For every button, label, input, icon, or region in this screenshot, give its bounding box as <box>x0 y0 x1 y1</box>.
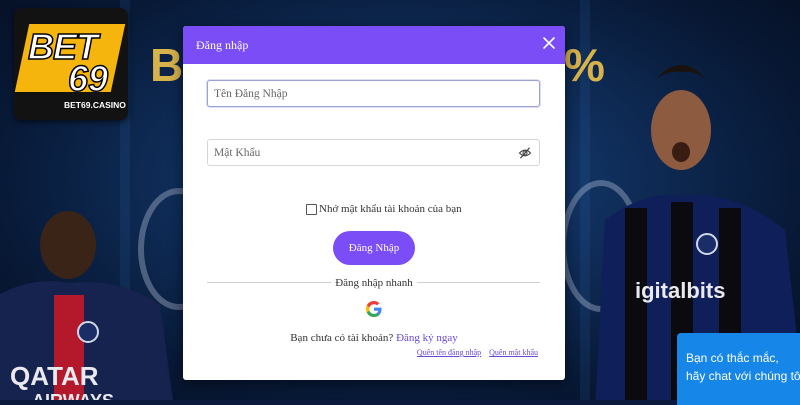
no-account-text: Bạn chưa có tài khoản? <box>290 332 394 344</box>
login-modal: Đăng nhập Nhớ mật khẩu tài khoản của bạn… <box>183 26 565 380</box>
player-left-image: QATAR AIRWAYS <box>0 211 173 400</box>
modal-header: Đăng nhập <box>183 26 565 64</box>
banner-headline-left: B <box>150 39 186 91</box>
logo-subtext: BET69.CASINO <box>64 100 126 110</box>
svg-text:AIRWAYS: AIRWAYS <box>32 391 114 400</box>
svg-text:QATAR: QATAR <box>10 361 99 391</box>
remember-checkbox[interactable] <box>306 203 317 215</box>
modal-title: Đăng nhập <box>196 38 249 52</box>
eye-slash-icon[interactable] <box>518 146 532 160</box>
logo-text-69: 69 <box>67 57 109 100</box>
close-icon[interactable] <box>542 36 556 50</box>
svg-text:igitalbits: igitalbits <box>635 278 725 303</box>
remember-me[interactable]: Nhớ mật khẩu tài khoản của bạn <box>306 203 462 215</box>
google-icon[interactable] <box>365 300 383 318</box>
signup-link[interactable]: Đăng ký ngay <box>396 332 458 344</box>
forgot-password-link[interactable]: Quên mật khẩu <box>489 348 538 357</box>
remember-label: Nhớ mật khẩu tài khoản của bạn <box>319 203 462 215</box>
quick-login-label: Đăng nhập nhanh <box>331 277 417 289</box>
username-input[interactable] <box>208 81 504 106</box>
password-field[interactable] <box>207 139 540 166</box>
chat-line-2: hãy chat với chúng tôi <box>686 369 800 383</box>
signup-prompt: Bạn chưa có tài khoản? Đăng ký ngay <box>183 332 565 344</box>
bet69-logo[interactable]: BET 69 BET69.CASINO <box>14 8 128 120</box>
chat-support-widget[interactable]: Bạn có thắc mắc, hãy chat với chúng tôi <box>677 333 800 405</box>
password-input[interactable] <box>208 140 504 165</box>
forgot-links: Quên tên đăng nhập Quên mật khẩu <box>417 348 538 357</box>
forgot-username-link[interactable]: Quên tên đăng nhập <box>417 348 481 357</box>
login-button[interactable]: Đăng Nhập <box>333 231 415 265</box>
chat-line-1: Bạn có thắc mắc, <box>686 351 779 365</box>
username-field[interactable] <box>207 80 540 107</box>
